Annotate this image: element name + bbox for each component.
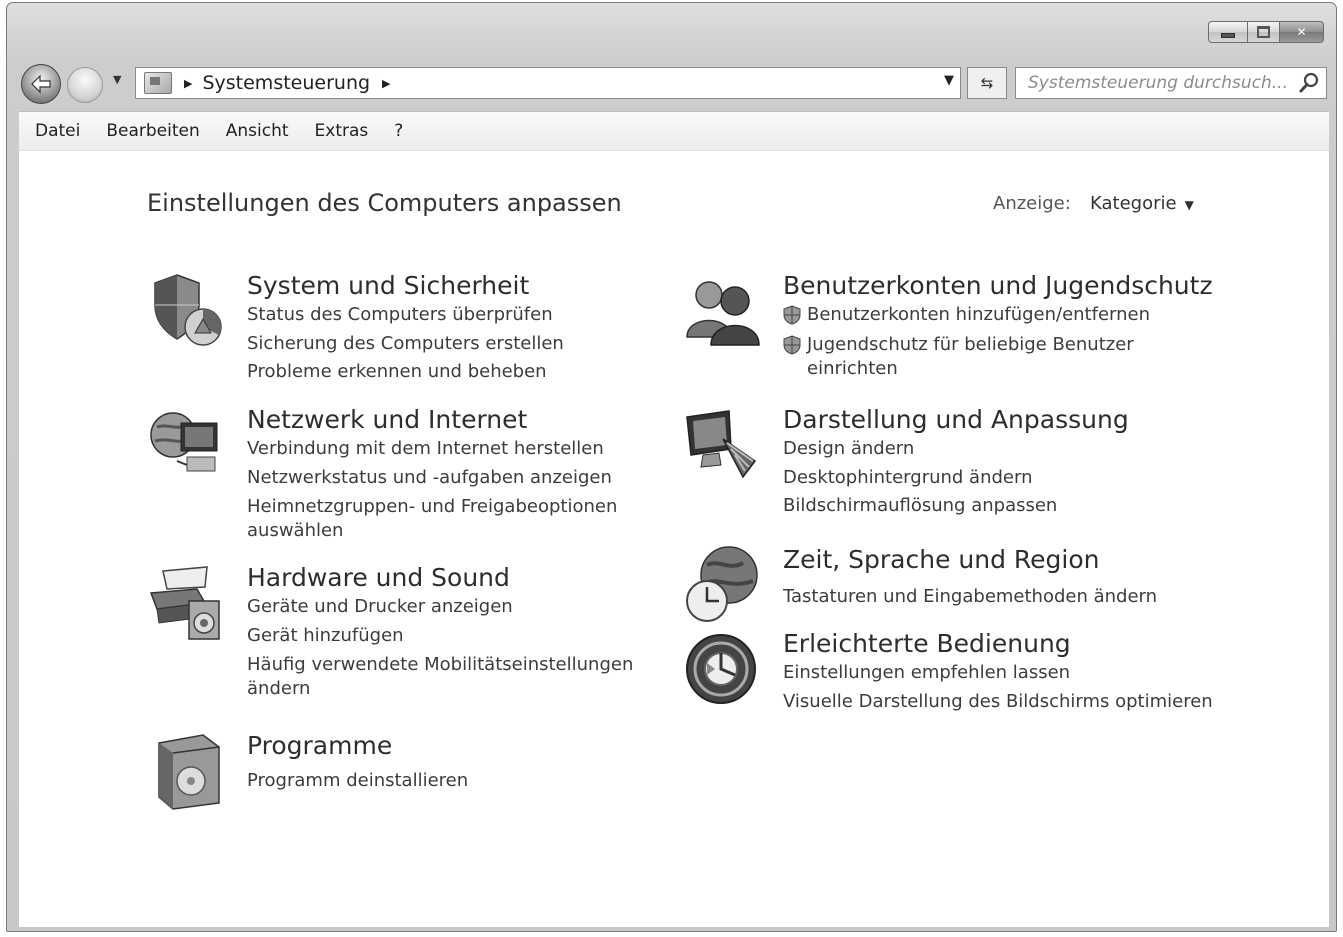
category-title[interactable]: System und Sicherheit [247,271,667,301]
menu-help[interactable]: ? [394,121,403,141]
page-title: Einstellungen des Computers anpassen [147,189,622,217]
category-title[interactable]: Zeit, Sprache und Region [783,545,1203,575]
category-link[interactable]: Tastaturen und Eingabemethoden ändern [783,583,1203,612]
programs-box-icon[interactable] [147,731,227,811]
search-icon[interactable] [1298,72,1320,94]
view-mode-select[interactable]: Kategorie ▼ [1090,193,1194,214]
category-link[interactable]: Einstellungen empfehlen lassen [783,659,1203,688]
category-title[interactable]: Hardware und Sound [247,563,667,593]
back-arrow-icon [31,74,51,94]
category-link[interactable]: Jugendschutz für beliebige Benutzer einr… [783,330,1143,383]
recent-pages-dropdown[interactable]: ▼ [113,73,121,86]
control-panel-window: ✕ ▼ ▶ Systemsteuerung ▶ ▼ ⇆ Dat [6,2,1337,932]
control-panel-icon [144,72,172,94]
address-bar[interactable]: ▶ Systemsteuerung ▶ ▼ [135,67,961,99]
menu-bar: Datei Bearbeiten Ansicht Extras ? [19,111,1329,150]
category-link[interactable]: Heimnetzgruppen- und Freigabeoptionen au… [247,492,647,545]
category-text: Hardware und Sound Geräte und Drucker an… [247,563,667,703]
menu-bearbeiten[interactable]: Bearbeiten [106,121,199,141]
accessibility-icon[interactable] [683,629,763,709]
menu-datei[interactable]: Datei [35,121,80,141]
address-dropdown-icon[interactable]: ▼ [944,73,954,88]
category-link[interactable]: Status des Computers überprüfen [247,301,667,330]
category-link[interactable]: Bildschirmauflösung anpassen [783,492,1203,521]
minimize-button[interactable] [1208,21,1248,43]
category-text: Erleichterte Bedienung Einstellungen emp… [783,629,1213,717]
close-button[interactable]: ✕ [1280,21,1324,43]
category-link[interactable]: Visuelle Darstellung des Bildschirms opt… [783,688,1213,717]
uac-shield-icon [783,334,801,355]
back-button[interactable] [21,64,61,104]
category-link[interactable]: Benutzerkonten hinzufügen/entfernen [783,301,1203,330]
refresh-icon: ⇆ [980,74,994,92]
minimize-icon [1221,32,1235,38]
category-title[interactable]: Erleichterte Bedienung [783,629,1203,659]
refresh-button[interactable]: ⇆ [967,67,1007,99]
network-globe-icon[interactable] [147,405,227,485]
monitor-palette-icon[interactable] [683,405,763,485]
category-text: Benutzerkonten und Jugendschutz Benutzer… [783,271,1213,383]
category-text: System und Sicherheit Status des Compute… [247,271,667,387]
menu-extras[interactable]: Extras [315,121,369,141]
menu-ansicht[interactable]: Ansicht [226,121,289,141]
maximize-button[interactable] [1248,21,1280,43]
maximize-icon [1257,26,1270,38]
category-link[interactable]: Häufig verwendete Mobilitätseinstellunge… [247,650,647,703]
breadcrumb-separator-icon[interactable]: ▶ [382,77,390,90]
category-text: Netzwerk und Internet Verbindung mit dem… [247,405,667,545]
category-link[interactable]: Gerät hinzufügen [247,622,667,651]
uac-shield-icon [783,305,801,325]
users-icon[interactable] [683,271,763,351]
category-link[interactable]: Programm deinstallieren [247,767,667,796]
category-link[interactable]: Geräte und Drucker anzeigen [247,593,667,622]
globe-clock-icon[interactable] [683,545,763,625]
category-title[interactable]: Programme [247,731,667,761]
breadcrumb-systemsteuerung[interactable]: Systemsteuerung [202,72,370,94]
breadcrumb-separator-icon[interactable]: ▶ [184,77,192,90]
shield-pie-icon[interactable] [147,271,227,351]
search-box[interactable] [1015,67,1327,99]
category-link[interactable]: Netzwerkstatus und -aufgaben anzeigen [247,464,667,493]
caption-buttons: ✕ [1208,21,1324,43]
control-panel-content: Einstellungen des Computers anpassen Anz… [19,150,1329,927]
view-label: Anzeige: [993,193,1071,214]
navigation-bar: ▼ ▶ Systemsteuerung ▶ ▼ ⇆ [7,59,1336,109]
close-icon: ✕ [1296,25,1307,39]
category-text: Zeit, Sprache und Region Tastaturen und … [783,545,1203,612]
category-title[interactable]: Netzwerk und Internet [247,405,667,435]
view-mode-value: Kategorie [1090,193,1177,214]
forward-button[interactable] [67,67,103,103]
category-link[interactable]: Verbindung mit dem Internet herstellen [247,435,667,464]
category-text: Darstellung und Anpassung Design ändern … [783,405,1203,521]
category-link[interactable]: Desktophintergrund ändern [783,464,1203,493]
category-link[interactable]: Design ändern [783,435,1203,464]
search-input[interactable] [1016,68,1298,98]
category-text: Programme Programm deinstallieren [247,731,667,796]
category-link[interactable]: Probleme erkennen und beheben [247,358,667,387]
category-link[interactable]: Sicherung des Computers erstellen [247,330,667,359]
category-link-label: Benutzerkonten hinzufügen/entfernen [807,304,1151,325]
category-title[interactable]: Darstellung und Anpassung [783,405,1203,435]
category-link-label: Jugendschutz für beliebige Benutzer einr… [807,333,1134,379]
printer-speaker-icon[interactable] [147,563,227,643]
chevron-down-icon: ▼ [1184,198,1194,212]
category-title[interactable]: Benutzerkonten und Jugendschutz [783,271,1213,301]
